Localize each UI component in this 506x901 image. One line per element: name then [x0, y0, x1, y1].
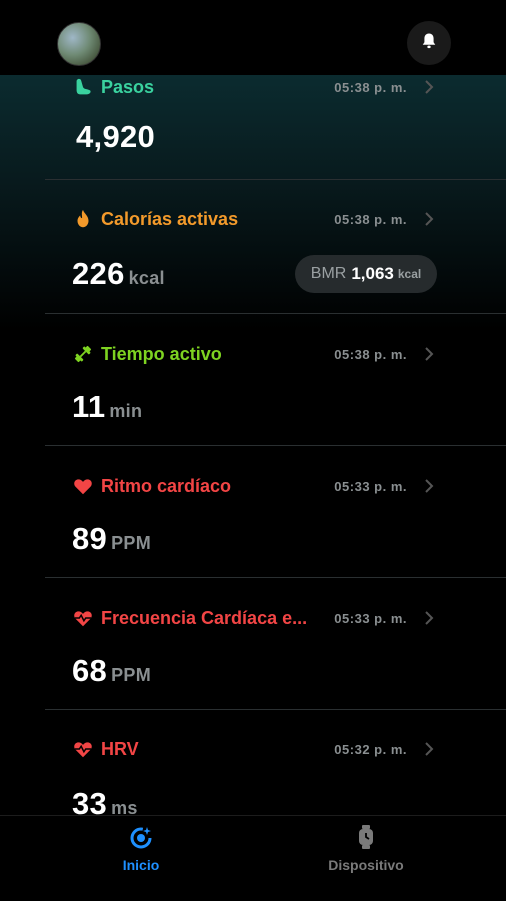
chevron-right-icon	[424, 211, 434, 232]
value-unit: min	[109, 401, 143, 421]
metrics-list[interactable]: Pasos 05:38 p. m. 4,920 Calorías activas…	[0, 75, 506, 815]
tab-label: Inicio	[122, 857, 160, 873]
card-value: 89 PPM	[72, 521, 151, 557]
value-number: 33	[72, 786, 108, 815]
tab-inicio[interactable]: Inicio	[81, 824, 201, 873]
card-value: 11 min	[72, 389, 142, 425]
bottom-tab-bar: Inicio Dispositivo	[0, 815, 506, 901]
heart-pulse-icon	[72, 607, 94, 629]
card-active-calories[interactable]: Calorías activas 05:38 p. m. 226 kcal BMR…	[45, 180, 506, 314]
value-number: 4,920	[76, 119, 156, 154]
card-hrv[interactable]: HRV 05:32 p. m. 33 ms	[45, 710, 506, 815]
flame-icon	[72, 208, 94, 230]
dumbbell-icon	[72, 343, 94, 365]
card-value: 4,920	[76, 119, 155, 155]
chevron-right-icon	[424, 610, 434, 631]
card-time: 05:38 p. m.	[334, 346, 407, 362]
card-time: 05:33 p. m.	[334, 478, 407, 494]
avatar[interactable]	[57, 22, 101, 66]
card-title: Calorías activas	[101, 208, 239, 229]
bmr-value: 1,063	[351, 264, 394, 283]
card-title: HRV	[101, 738, 139, 759]
value-unit: PPM	[111, 665, 151, 685]
card-time: 05:32 p. m.	[334, 741, 407, 757]
bmr-unit: kcal	[397, 267, 422, 281]
watch-icon	[353, 825, 379, 854]
value-number: 11	[72, 389, 106, 424]
value-number: 226	[72, 256, 125, 291]
value-number: 68	[72, 653, 108, 688]
chevron-right-icon	[424, 79, 434, 100]
notifications-button[interactable]	[407, 21, 451, 65]
card-title: Tiempo activo	[101, 343, 222, 364]
card-time: 05:38 p. m.	[334, 211, 407, 227]
card-title: Frecuencia Cardíaca e...	[101, 607, 308, 628]
card-active-time[interactable]: Tiempo activo 05:38 p. m. 11 min	[45, 314, 506, 446]
chevron-right-icon	[424, 478, 434, 499]
heart-icon	[72, 475, 94, 497]
card-time: 05:38 p. m.	[334, 79, 407, 95]
card-time: 05:33 p. m.	[334, 610, 407, 626]
card-title: Pasos	[101, 76, 155, 97]
card-value: 226 kcal	[72, 256, 165, 292]
value-number: 89	[72, 521, 108, 556]
card-value: 33 ms	[72, 786, 138, 815]
card-heart-rate[interactable]: Ritmo cardíaco 05:33 p. m. 89 PPM	[45, 446, 506, 578]
card-resting-heart-rate[interactable]: Frecuencia Cardíaca e... 05:33 p. m. 68 P…	[45, 578, 506, 710]
home-ring-icon	[128, 827, 154, 854]
card-steps[interactable]: Pasos 05:38 p. m. 4,920	[45, 75, 506, 180]
tab-label: Dispositivo	[328, 857, 404, 873]
bell-icon	[419, 31, 439, 56]
bmr-badge: BMR 1,063 kcal	[295, 255, 437, 293]
bmr-label: BMR	[310, 265, 347, 282]
heart-pulse-icon	[72, 738, 94, 760]
value-unit: PPM	[111, 533, 151, 553]
value-unit: ms	[111, 798, 138, 815]
value-unit: kcal	[128, 268, 165, 288]
chevron-right-icon	[424, 741, 434, 762]
card-value: 68 PPM	[72, 653, 151, 689]
chevron-right-icon	[424, 346, 434, 367]
footprint-icon	[72, 76, 94, 98]
card-title: Ritmo cardíaco	[101, 475, 232, 496]
top-bar	[0, 0, 506, 75]
tab-dispositivo[interactable]: Dispositivo	[306, 824, 426, 873]
